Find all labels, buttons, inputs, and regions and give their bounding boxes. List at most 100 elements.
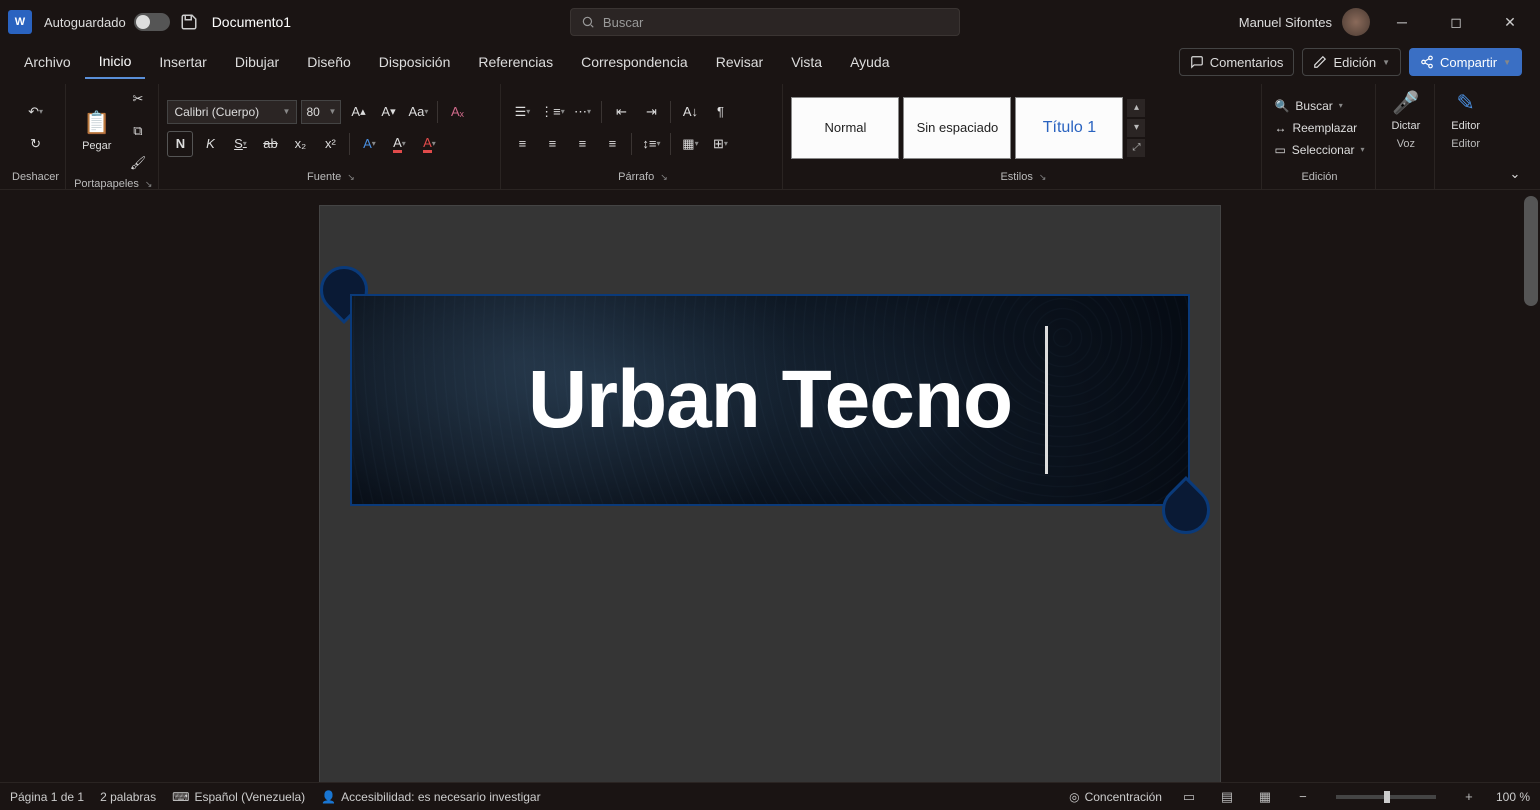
tab-inicio[interactable]: Inicio [85,45,146,79]
shading-button[interactable]: ▦▾ [677,131,703,157]
redo-button[interactable]: ↻ [12,131,59,157]
comments-button[interactable]: Comentarios [1179,48,1295,76]
bold-button[interactable]: N [167,131,193,157]
share-button[interactable]: Compartir ▼ [1409,48,1522,76]
select-button[interactable]: ▭Seleccionar▾ [1270,141,1368,159]
zoom-slider[interactable] [1336,795,1436,799]
shrink-font-button[interactable]: A▾ [375,99,401,125]
maximize-button[interactable]: ◻ [1434,5,1478,39]
status-words[interactable]: 2 palabras [100,790,156,804]
close-button[interactable]: ✕ [1488,5,1532,39]
find-button[interactable]: 🔍Buscar▾ [1270,97,1368,115]
tab-diseno[interactable]: Diseño [293,46,365,78]
superscript-button[interactable]: x² [317,131,343,157]
copy-button[interactable]: ⧉ [123,118,152,144]
styles-up-button[interactable]: ▴ [1127,99,1145,117]
cut-button[interactable]: ✂ [123,86,152,112]
title-bar: W Autoguardado Documento1 Buscar Manuel … [0,0,1540,44]
zoom-in-button[interactable]: + [1458,788,1480,806]
font-color-button[interactable]: A▾ [416,131,442,157]
editing-mode-button[interactable]: Edición ▼ [1302,48,1401,76]
view-read-button[interactable]: ▭ [1178,788,1200,806]
align-center-button[interactable]: ≡ [539,131,565,157]
chevron-down-icon: ▼ [1382,58,1390,67]
avatar[interactable] [1342,8,1370,36]
zoom-thumb[interactable] [1384,791,1390,803]
group-undo: ↶▾ ↻ Deshacer [6,84,66,189]
change-case-button[interactable]: Aa▾ [405,99,431,125]
tab-correspondencia[interactable]: Correspondencia [567,46,702,78]
user-area: Manuel Sifontes ─ ◻ ✕ [1239,5,1532,39]
launcher-icon[interactable]: ↘ [145,179,153,190]
username[interactable]: Manuel Sifontes [1239,15,1332,30]
editor-button[interactable]: ✎ Editor [1443,86,1488,136]
grow-font-button[interactable]: A▴ [345,99,371,125]
styles-down-button[interactable]: ▾ [1127,119,1145,137]
bullets-button[interactable]: ☰▾ [509,99,535,125]
group-label-paragraph: Párrafo↘ [509,169,776,187]
style-normal[interactable]: Normal [791,97,899,159]
app-icon: W [8,10,32,34]
view-print-button[interactable]: ▤ [1216,788,1238,806]
document-area[interactable]: Urban Tecno [0,190,1540,782]
justify-button[interactable]: ≡ [599,131,625,157]
launcher-icon[interactable]: ↘ [347,172,355,183]
search-input[interactable]: Buscar [570,8,960,36]
increase-indent-button[interactable]: ⇥ [638,99,664,125]
strike-button[interactable]: ab [257,131,283,157]
align-left-button[interactable]: ≡ [509,131,535,157]
show-marks-button[interactable]: ¶ [707,99,733,125]
subscript-button[interactable]: x₂ [287,131,313,157]
tab-archivo[interactable]: Archivo [10,46,85,78]
underline-button[interactable]: S▾ [227,131,253,157]
status-language[interactable]: ⌨ Español (Venezuela) [172,790,305,804]
format-painter-button[interactable]: 🖌 [123,150,152,176]
tab-insertar[interactable]: Insertar [145,46,220,78]
minimize-button[interactable]: ─ [1380,5,1424,39]
line-spacing-button[interactable]: ↕≡▾ [638,131,664,157]
style-no-spacing[interactable]: Sin espaciado [903,97,1011,159]
tab-dibujar[interactable]: Dibujar [221,46,293,78]
undo-button[interactable]: ↶▾ [12,99,59,125]
styles-more-button[interactable]: ⤢ [1127,139,1145,157]
save-icon[interactable] [180,13,198,31]
launcher-icon[interactable]: ↘ [1039,172,1047,183]
ribbon-collapse-button[interactable]: ⌄ [1502,161,1528,187]
decrease-indent-button[interactable]: ⇤ [608,99,634,125]
chevron-down-icon: ▼ [1503,58,1511,67]
highlight-button[interactable]: A▾ [386,131,412,157]
status-page[interactable]: Página 1 de 1 [10,790,84,804]
clear-format-button[interactable]: Aₓ [444,99,470,125]
tab-ayuda[interactable]: Ayuda [836,46,903,78]
borders-button[interactable]: ⊞▾ [707,131,733,157]
paste-button[interactable]: 📋 Pegar [74,106,119,156]
vertical-scrollbar[interactable] [1524,196,1538,306]
view-web-button[interactable]: ▦ [1254,788,1276,806]
launcher-icon[interactable]: ↘ [660,172,668,183]
page[interactable]: Urban Tecno [320,206,1220,782]
font-size-selector[interactable]: 80▼ [301,100,341,124]
status-accessibility[interactable]: 👤 Accesibilidad: es necesario investigar [321,790,540,804]
tab-disposicion[interactable]: Disposición [365,46,465,78]
banner-object[interactable]: Urban Tecno [330,284,1250,516]
align-right-button[interactable]: ≡ [569,131,595,157]
italic-button[interactable]: K [197,131,223,157]
accessibility-icon: 👤 [321,790,336,804]
status-focus[interactable]: ◎ Concentración [1069,790,1162,804]
replace-button[interactable]: ↔Reemplazar [1270,119,1368,137]
multilevel-button[interactable]: ⋯▾ [569,99,595,125]
zoom-out-button[interactable]: − [1292,788,1314,806]
sort-button[interactable]: A↓ [677,99,703,125]
share-icon [1420,55,1434,69]
numbering-button[interactable]: ⋮≡▾ [539,99,565,125]
font-selector[interactable]: Calibri (Cuerpo)▼ [167,100,297,124]
document-title[interactable]: Documento1 [212,14,291,30]
tab-vista[interactable]: Vista [777,46,836,78]
tab-revisar[interactable]: Revisar [702,46,777,78]
dictate-button[interactable]: 🎤 Dictar [1384,86,1429,136]
tab-referencias[interactable]: Referencias [464,46,567,78]
autosave-toggle[interactable] [134,13,170,31]
text-effects-button[interactable]: A▾ [356,131,382,157]
style-title1[interactable]: Título 1 [1015,97,1123,159]
zoom-level[interactable]: 100 % [1496,790,1530,804]
